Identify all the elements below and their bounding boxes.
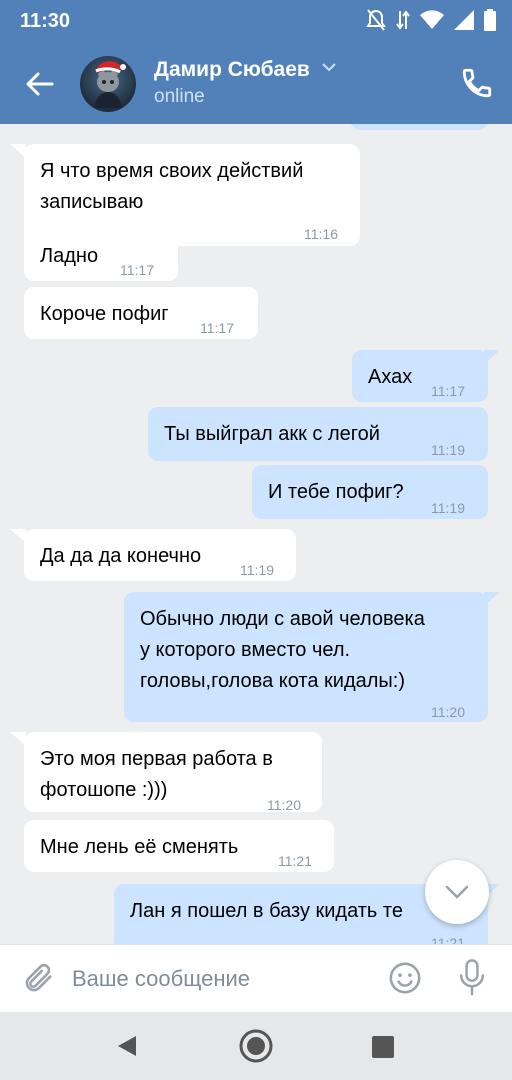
avatar-cat-image [94,61,126,108]
message-time: 11:19 [240,562,274,578]
system-nav-bar [0,1012,512,1080]
message-time: 11:17 [431,383,465,399]
contact-status: online [154,86,205,107]
app-header: 11:30 Дамир Сюбаев online [0,0,512,124]
dnd-off-icon [366,9,386,31]
message-bubble-outgoing[interactable]: Ты выйграл акк с легой 11:19 [148,407,488,461]
message-bubble-incoming[interactable]: Это моя первая работа в фотошопе :))) 11:… [24,732,322,813]
scroll-down-button[interactable] [425,860,489,924]
microphone-icon[interactable] [458,959,486,997]
chevron-down-icon[interactable] [322,62,336,72]
message-time: 11:17 [200,320,234,336]
message-time: 11:19 [431,500,465,516]
message-list[interactable]: Я что время своих действий записываю 11:1… [0,124,512,944]
nav-home-icon[interactable] [238,1028,274,1064]
contact-name[interactable]: Дамир Сюбаев [154,58,310,82]
message-text: Ладно [40,245,99,267]
message-text: Лан я пошел в базу кидать те [130,900,403,922]
message-text: Я что время своих действий записываю [40,160,304,213]
message-bubble-incoming[interactable]: Мне лень её сменять 11:21 [24,820,334,872]
message-time: 11:21 [278,853,312,869]
paperclip-icon[interactable] [22,961,56,995]
message-time: 11:20 [267,797,301,813]
avatar[interactable] [80,56,136,112]
status-time: 11:30 [20,10,71,32]
message-time: 11:20 [431,704,465,720]
wifi-icon [420,10,444,29]
back-arrow-icon[interactable] [22,66,58,102]
message-text: Ты выйграл акк с легой [164,423,380,445]
nav-back-icon[interactable] [116,1034,138,1058]
message-text: Мне лень её сменять [40,836,239,858]
message-text: Ахах [368,366,413,388]
message-bubble-incoming[interactable]: Ладно 11:17 [24,229,178,281]
message-bubble-outgoing[interactable]: Ахах 11:17 [352,350,488,402]
message-text: Это моя первая работа в фотошопе :))) [40,748,273,801]
message-text: Обычно люди с авой человека у которого вм… [140,608,425,692]
message-input[interactable] [70,957,374,1001]
phone-icon[interactable] [460,66,494,100]
message-bubble-partial [350,124,488,130]
bubble-tail [484,350,500,364]
message-time: 11:19 [431,442,465,458]
message-bubble-outgoing[interactable]: Обычно люди с авой человека у которого вм… [124,592,488,722]
message-time: 11:16 [304,226,338,242]
message-composer [0,944,512,1013]
nav-recents-icon[interactable] [372,1036,394,1058]
battery-icon [484,9,496,31]
signal-icon [454,10,474,30]
message-bubble-outgoing[interactable]: И тебе пофиг? 11:19 [252,465,488,519]
message-time: 11:21 [431,935,465,944]
message-bubble-incoming[interactable]: Да да да конечно 11:19 [24,529,296,581]
message-bubble-incoming[interactable]: Короче пофиг 11:17 [24,287,258,339]
message-text: Да да да конечно [40,545,202,567]
message-text: Короче пофиг [40,303,169,325]
chevron-down-icon [445,885,469,899]
message-text: И тебе пофиг? [268,481,404,503]
smile-icon[interactable] [388,961,422,995]
status-icons [366,8,496,32]
data-arrows-icon [396,10,410,30]
message-time: 11:17 [120,262,154,278]
